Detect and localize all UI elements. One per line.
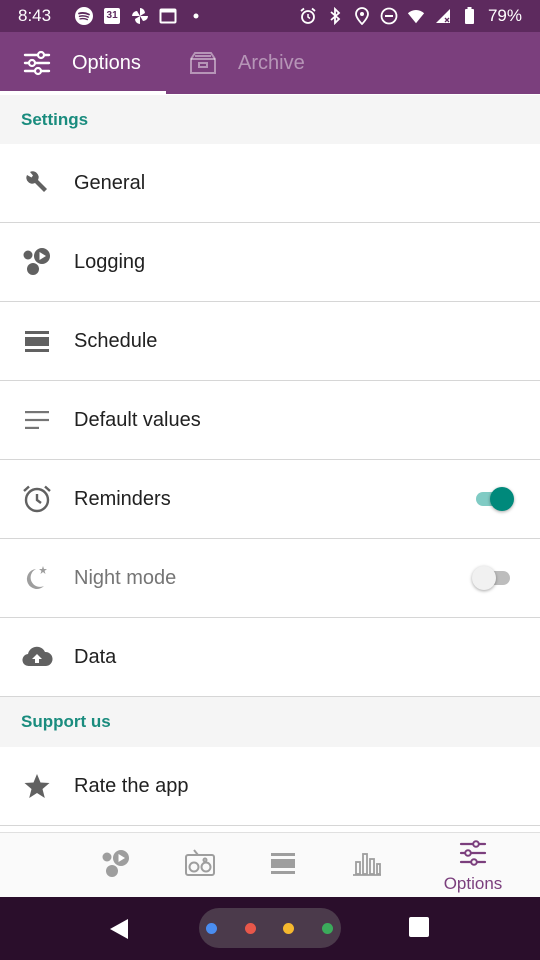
list-item-data[interactable]: Data xyxy=(0,618,540,697)
status-time: 8:43 xyxy=(18,6,52,25)
nav-schedule[interactable] xyxy=(241,833,325,898)
moon-icon xyxy=(20,561,54,595)
wrench-icon xyxy=(20,166,54,200)
dot-icon xyxy=(187,7,205,25)
bottom-navigation: Options xyxy=(0,832,540,897)
alarm-clock-icon xyxy=(20,482,54,516)
wifi-icon xyxy=(407,7,425,25)
status-bar: 8:43 31 79% xyxy=(0,0,540,32)
pinwheel-icon xyxy=(131,7,149,25)
toggle-thumb xyxy=(472,566,496,590)
list-item-label: General xyxy=(74,171,146,194)
signal-icon xyxy=(434,7,452,25)
list-item-label: Schedule xyxy=(74,329,158,352)
back-icon[interactable] xyxy=(108,918,130,940)
alarm-icon xyxy=(299,7,317,25)
night-mode-toggle[interactable] xyxy=(472,560,514,596)
nav-logging[interactable] xyxy=(74,833,158,898)
bar-chart-icon xyxy=(352,848,382,883)
schedule-icon xyxy=(20,324,54,358)
star-icon xyxy=(20,769,54,803)
nav-options-label: Options xyxy=(443,874,503,893)
list-item-general[interactable]: General xyxy=(0,144,540,223)
section-settings-title: Settings xyxy=(21,110,89,129)
bluetooth-icon xyxy=(326,7,344,25)
section-settings-header: Settings xyxy=(0,95,540,145)
assistant-dot-red xyxy=(245,923,256,934)
screen-icon xyxy=(159,7,177,25)
calendar-icon: 31 xyxy=(103,7,121,25)
list-item-label: Night mode xyxy=(74,566,177,589)
list-item-reminders[interactable]: Reminders xyxy=(0,460,540,539)
list-item-label: Logging xyxy=(74,250,146,273)
system-navigation-bar xyxy=(0,897,540,960)
list-item-label: Rate the app xyxy=(74,774,189,797)
home-pill[interactable] xyxy=(199,908,341,948)
dnd-icon xyxy=(380,7,398,25)
nav-statistics[interactable] xyxy=(325,833,409,898)
calendar-day: 31 xyxy=(106,10,118,21)
tab-archive-label: Archive xyxy=(238,51,305,74)
schedule-icon xyxy=(269,849,297,882)
list-item-label: Default values xyxy=(74,408,201,431)
assistant-dot-green xyxy=(322,923,333,934)
archive-icon xyxy=(188,48,218,78)
sliders-icon xyxy=(459,839,487,872)
app-bar: Options Archive xyxy=(0,32,540,94)
lines-icon xyxy=(20,403,54,437)
section-support-title: Support us xyxy=(21,712,111,731)
recents-icon[interactable] xyxy=(409,917,429,937)
battery-icon xyxy=(461,7,479,25)
list-item-schedule[interactable]: Schedule xyxy=(0,302,540,381)
list-item-label: Reminders xyxy=(74,487,171,510)
list-item-label: Data xyxy=(74,645,117,668)
list-item-default-values[interactable]: Default values xyxy=(0,381,540,460)
assistant-dot-blue xyxy=(206,923,217,934)
battery-percent: 79% xyxy=(487,6,522,25)
logging-icon xyxy=(100,847,132,884)
nav-options[interactable]: Options xyxy=(431,833,515,898)
tab-options[interactable]: Options xyxy=(0,32,166,94)
assistant-dot-yellow xyxy=(283,923,294,934)
location-icon xyxy=(353,7,371,25)
radio-icon xyxy=(184,847,216,884)
toggle-thumb xyxy=(490,487,514,511)
tab-archive[interactable]: Archive xyxy=(166,32,305,94)
nav-radio[interactable] xyxy=(158,833,242,898)
list-item-logging[interactable]: Logging xyxy=(0,223,540,302)
list-item-rate-app[interactable]: Rate the app xyxy=(0,747,540,826)
list-item-night-mode[interactable]: Night mode xyxy=(0,539,540,618)
tab-indicator xyxy=(0,91,166,94)
cloud-upload-icon xyxy=(20,640,54,674)
sliders-icon xyxy=(22,48,52,78)
tab-options-label: Options xyxy=(72,51,141,74)
spotify-icon xyxy=(75,7,94,25)
logging-icon xyxy=(20,245,54,279)
reminders-toggle[interactable] xyxy=(474,481,514,517)
section-support-header: Support us xyxy=(0,697,540,747)
